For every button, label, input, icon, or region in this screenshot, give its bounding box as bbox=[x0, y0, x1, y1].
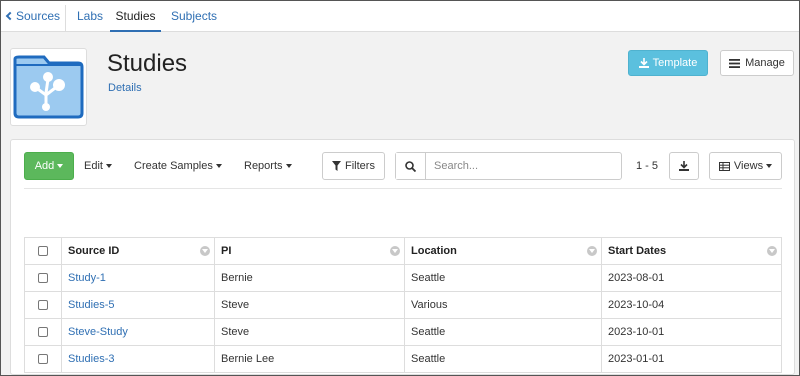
filters-button-label: Filters bbox=[345, 160, 375, 172]
hamburger-icon bbox=[729, 58, 741, 68]
column-menu-icon[interactable] bbox=[200, 246, 210, 256]
source-id-link[interactable]: Studies-3 bbox=[61, 345, 215, 373]
manage-button-label: Manage bbox=[745, 57, 785, 69]
nav-sources-label: Sources bbox=[16, 9, 61, 23]
edit-menu[interactable]: Edit bbox=[84, 152, 112, 180]
caret-down-icon bbox=[57, 164, 64, 168]
filters-button[interactable]: Filters bbox=[322, 152, 385, 180]
studies-table: Source ID PI Location Start Dates Study-… bbox=[24, 237, 782, 373]
studies-folder-icon bbox=[10, 48, 87, 126]
table-row: Steve-Study Steve Seattle 2023-10-01 bbox=[24, 318, 782, 346]
tab-labs[interactable]: Labs bbox=[77, 1, 103, 32]
chevron-left-icon bbox=[5, 11, 15, 21]
tab-subjects[interactable]: Subjects bbox=[171, 1, 217, 32]
column-header-source-id[interactable]: Source ID bbox=[61, 237, 215, 265]
row-checkbox[interactable] bbox=[38, 273, 48, 284]
pagination-count: 1 - 5 bbox=[636, 160, 659, 172]
row-checkbox[interactable] bbox=[38, 327, 48, 338]
column-header-pi[interactable]: PI bbox=[214, 237, 405, 265]
column-header-location[interactable]: Location bbox=[404, 237, 602, 265]
location-cell: Seattle bbox=[404, 264, 602, 292]
row-checkbox[interactable] bbox=[38, 300, 48, 311]
tab-studies[interactable]: Studies bbox=[110, 1, 161, 32]
row-select-cell bbox=[24, 291, 62, 319]
pi-cell: Steve bbox=[214, 291, 405, 319]
table-icon bbox=[718, 161, 730, 171]
search-icon bbox=[405, 160, 416, 172]
table-row: Studies-3 Bernie Lee Seattle 2023-01-01 bbox=[24, 345, 782, 373]
reports-menu[interactable]: Reports bbox=[244, 152, 292, 180]
page-title: Studies bbox=[107, 50, 188, 77]
pi-cell: Bernie Lee bbox=[214, 345, 405, 373]
column-menu-icon[interactable] bbox=[767, 246, 777, 256]
caret-down-icon bbox=[285, 164, 292, 169]
row-checkbox[interactable] bbox=[38, 354, 48, 365]
column-header-label: Location bbox=[411, 245, 457, 257]
nav-back-sources[interactable]: Sources bbox=[5, 1, 61, 32]
create-samples-label: Create Samples bbox=[134, 160, 213, 172]
source-id-link[interactable]: Study-1 bbox=[61, 264, 215, 292]
pi-cell: Steve bbox=[214, 318, 405, 346]
table-row: Study-1 Bernie Seattle 2023-08-01 bbox=[24, 264, 782, 292]
toolbar-divider bbox=[24, 188, 782, 189]
row-select-cell bbox=[24, 318, 62, 346]
top-nav: Sources Labs Studies Subjects bbox=[1, 1, 799, 32]
filter-icon bbox=[332, 161, 342, 171]
create-samples-menu[interactable]: Create Samples bbox=[134, 152, 222, 180]
column-menu-icon[interactable] bbox=[587, 246, 597, 256]
reports-menu-label: Reports bbox=[244, 160, 283, 172]
page-content: Studies Details Template Manage Add Edit… bbox=[1, 32, 799, 375]
add-button-label: Add bbox=[34, 160, 55, 172]
export-button[interactable] bbox=[669, 152, 699, 180]
start-date-cell: 2023-10-04 bbox=[601, 291, 782, 319]
caret-down-icon bbox=[215, 164, 222, 169]
row-select-cell bbox=[24, 345, 62, 373]
manage-button[interactable]: Manage bbox=[720, 50, 794, 76]
source-id-link[interactable]: Steve-Study bbox=[61, 318, 215, 346]
caret-down-icon bbox=[766, 164, 773, 168]
nav-divider bbox=[65, 5, 66, 31]
column-header-label: Source ID bbox=[68, 245, 120, 257]
location-cell: Various bbox=[404, 291, 602, 319]
grid-panel: Add Edit Create Samples Reports Filters bbox=[10, 139, 795, 375]
start-date-cell: 2023-01-01 bbox=[601, 345, 782, 373]
start-date-cell: 2023-08-01 bbox=[601, 264, 782, 292]
location-cell: Seattle bbox=[404, 345, 602, 373]
column-menu-icon[interactable] bbox=[390, 246, 400, 256]
select-all-checkbox[interactable] bbox=[38, 246, 48, 257]
search-input[interactable] bbox=[427, 153, 621, 179]
add-button[interactable]: Add bbox=[24, 152, 74, 180]
template-button[interactable]: Template bbox=[628, 50, 708, 76]
start-date-cell: 2023-10-01 bbox=[601, 318, 782, 346]
search-group bbox=[395, 152, 622, 180]
source-id-link[interactable]: Studies-5 bbox=[61, 291, 215, 319]
column-header-label: Start Dates bbox=[608, 245, 667, 257]
edit-menu-label: Edit bbox=[84, 160, 103, 172]
views-button-label: Views bbox=[733, 160, 764, 172]
caret-down-icon bbox=[105, 164, 112, 169]
column-header-label: PI bbox=[221, 245, 232, 257]
select-all-cell bbox=[24, 237, 62, 265]
details-link[interactable]: Details bbox=[108, 82, 142, 94]
download-icon bbox=[638, 58, 649, 68]
pi-cell: Bernie bbox=[214, 264, 405, 292]
column-header-start-dates[interactable]: Start Dates bbox=[601, 237, 782, 265]
download-icon bbox=[679, 161, 689, 171]
views-button[interactable]: Views bbox=[709, 152, 782, 180]
table-header-row: Source ID PI Location Start Dates bbox=[24, 237, 782, 265]
table-row: Studies-5 Steve Various 2023-10-04 bbox=[24, 291, 782, 319]
search-button[interactable] bbox=[396, 153, 426, 179]
template-button-label: Template bbox=[652, 57, 698, 69]
location-cell: Seattle bbox=[404, 318, 602, 346]
row-select-cell bbox=[24, 264, 62, 292]
